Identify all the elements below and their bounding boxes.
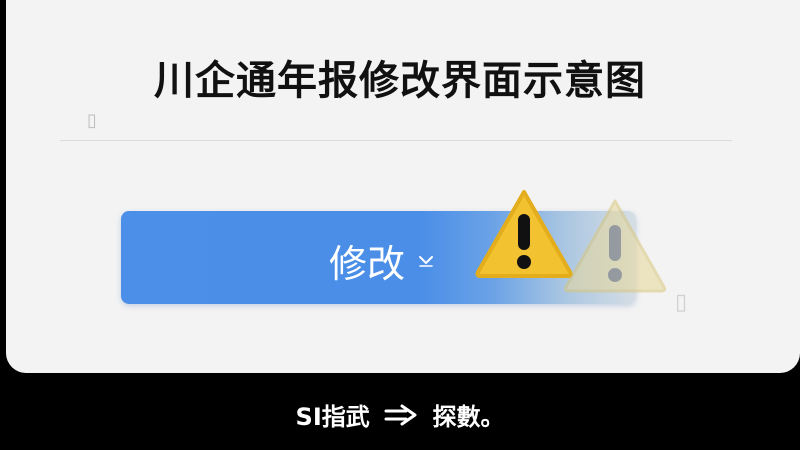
- caption-left-text: SI指武: [295, 403, 370, 431]
- chevron-down-icon: [419, 256, 433, 267]
- screenshot-stage: 川企通年报修改界面示意图 ▯ 修改 ▯ SI指武 探數。: [0, 0, 800, 450]
- caption: SI指武 探數。: [0, 397, 800, 432]
- arrow-right-icon: [384, 404, 417, 425]
- faded-glyph: ▯: [675, 290, 688, 315]
- warning-icon-faded: [563, 199, 667, 293]
- faded-glyph: ▯: [87, 110, 97, 131]
- page-title: 川企通年报修改界面示意图: [154, 58, 646, 104]
- edit-button-label: 修改: [329, 242, 406, 286]
- warning-icon: [475, 190, 573, 278]
- divider: [60, 140, 732, 141]
- caption-right-text: 探數。: [432, 403, 505, 431]
